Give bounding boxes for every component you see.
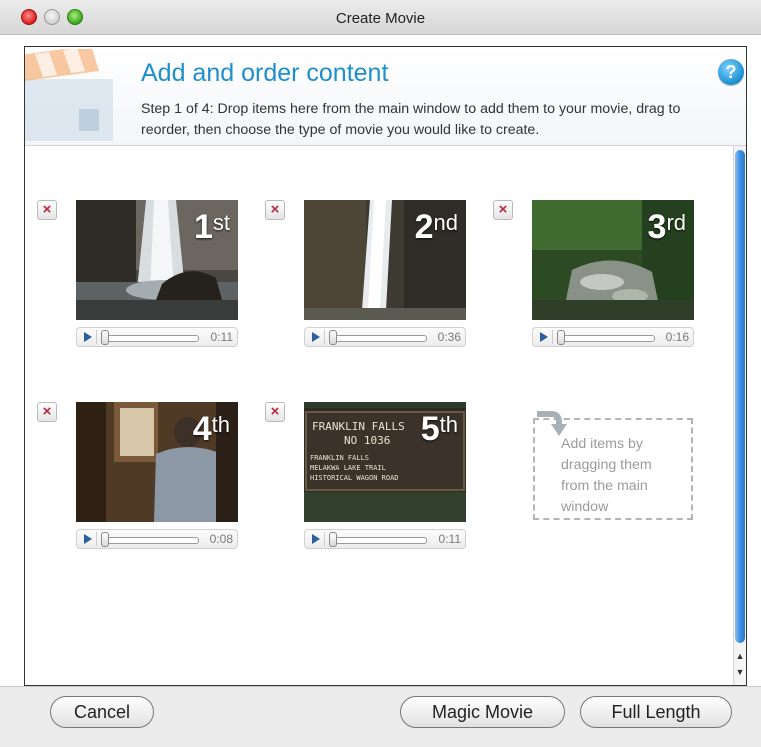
page-title: Add and order content <box>141 59 389 87</box>
play-icon[interactable] <box>80 532 97 546</box>
svg-text:NO 1036: NO 1036 <box>344 434 390 447</box>
clip-item[interactable]: × 3rd 0:16 <box>493 200 713 360</box>
seek-track[interactable] <box>331 537 427 544</box>
remove-clip-button[interactable]: × <box>265 402 285 422</box>
svg-text:HISTORICAL WAGON ROAD: HISTORICAL WAGON ROAD <box>310 474 399 482</box>
play-icon[interactable] <box>308 532 325 546</box>
remove-clip-button[interactable]: × <box>37 402 57 422</box>
svg-text:FRANKLIN FALLS: FRANKLIN FALLS <box>312 420 405 433</box>
window-title: Create Movie <box>335 10 426 27</box>
clip-item[interactable]: × 1st 0:11 <box>37 200 257 360</box>
order-label: 3rd <box>647 208 686 246</box>
header: Add and order content Step 1 of 4: Drop … <box>25 47 746 146</box>
play-icon[interactable] <box>80 330 97 344</box>
play-icon[interactable] <box>536 330 553 344</box>
clapperboard-icon <box>25 49 113 141</box>
order-label: 2nd <box>414 208 458 246</box>
media-player: 0:36 <box>304 327 466 347</box>
seek-knob[interactable] <box>101 532 109 547</box>
play-icon[interactable] <box>308 330 325 344</box>
remove-clip-button[interactable]: × <box>37 200 57 220</box>
cancel-button[interactable]: Cancel <box>50 696 154 728</box>
remove-clip-button[interactable]: × <box>265 200 285 220</box>
content-area: × 1st 0:11 × 2nd 0:36 × 3rd 0:16 × 4th 0… <box>25 146 733 685</box>
clip-thumbnail[interactable]: 3rd <box>532 200 694 320</box>
scroll-down-arrow-icon[interactable]: ▼ <box>734 664 746 680</box>
full-length-button[interactable]: Full Length <box>580 696 732 728</box>
clip-thumbnail[interactable]: 1st <box>76 200 238 320</box>
seek-track[interactable] <box>559 335 655 342</box>
seek-track[interactable] <box>103 335 199 342</box>
title-bar: Create Movie <box>0 0 761 35</box>
media-player: 0:08 <box>76 529 238 549</box>
main-panel: Add and order content Step 1 of 4: Drop … <box>24 46 747 686</box>
seek-knob[interactable] <box>329 532 337 547</box>
svg-text:FRANKLIN FALLS: FRANKLIN FALLS <box>310 454 369 462</box>
duration-label: 0:36 <box>437 330 461 344</box>
order-label: 5th <box>420 410 458 448</box>
seek-knob[interactable] <box>329 330 337 345</box>
vertical-scrollbar[interactable]: ▲ ▼ <box>733 146 746 685</box>
media-player: 0:16 <box>532 327 694 347</box>
svg-text:MELAKWA LAKE TRAIL: MELAKWA LAKE TRAIL <box>310 464 386 472</box>
remove-clip-button[interactable]: × <box>493 200 513 220</box>
footer: Cancel Magic Movie Full Length <box>0 686 761 747</box>
clip-thumbnail[interactable]: 4th <box>76 402 238 522</box>
drop-zone-text: Add items by dragging them from the main… <box>561 436 652 515</box>
step-description: Step 1 of 4: Drop items here from the ma… <box>141 101 681 138</box>
drop-zone[interactable]: Add items by dragging them from the main… <box>533 411 693 520</box>
seek-knob[interactable] <box>557 330 565 345</box>
clip-thumbnail[interactable]: FRANKLIN FALLS NO 1036 FRANKLIN FALLS ME… <box>304 402 466 522</box>
duration-label: 0:08 <box>209 532 233 546</box>
magic-movie-button[interactable]: Magic Movie <box>400 696 565 728</box>
duration-label: 0:11 <box>438 532 461 546</box>
clip-item[interactable]: × 2nd 0:36 <box>265 200 485 360</box>
order-label: 1st <box>193 208 230 246</box>
media-player: 0:11 <box>304 529 466 549</box>
scrollbar-thumb[interactable] <box>735 150 745 643</box>
clip-item[interactable]: × FRANKLIN FALLS NO 1036 FRANKLIN FALLS … <box>265 402 485 562</box>
help-icon[interactable]: ? <box>718 59 744 85</box>
duration-label: 0:16 <box>665 330 689 344</box>
seek-track[interactable] <box>103 537 199 544</box>
seek-track[interactable] <box>331 335 427 342</box>
order-label: 4th <box>192 410 230 448</box>
scroll-up-arrow-icon[interactable]: ▲ <box>734 648 746 664</box>
duration-label: 0:11 <box>210 330 233 344</box>
clip-item[interactable]: × 4th 0:08 <box>37 402 257 562</box>
clip-thumbnail[interactable]: 2nd <box>304 200 466 320</box>
media-player: 0:11 <box>76 327 238 347</box>
seek-knob[interactable] <box>101 330 109 345</box>
